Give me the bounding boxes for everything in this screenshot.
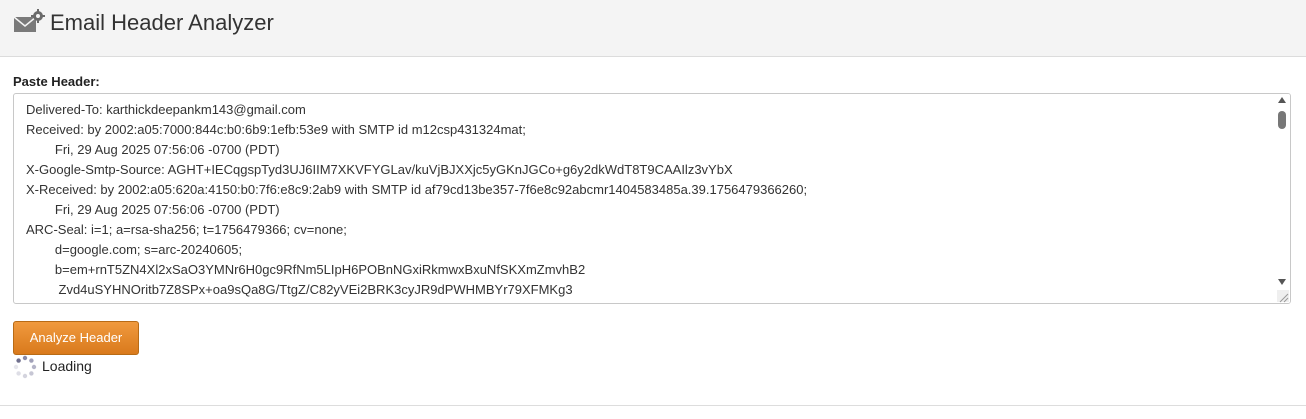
envelope-gear-icon (13, 9, 45, 35)
paste-header-label: Paste Header: (13, 74, 100, 89)
loading-text: Loading (42, 358, 92, 374)
resize-grip-icon[interactable] (1277, 290, 1289, 303)
app-header: Email Header Analyzer (0, 0, 1306, 57)
textarea-scrollbar[interactable] (1274, 94, 1290, 303)
analyze-header-button[interactable]: Analyze Header (13, 321, 139, 355)
header-textarea-content[interactable]: Delivered-To: karthickdeepankm143@gmail.… (26, 100, 1272, 300)
loading-spinner-icon (13, 355, 37, 379)
header-textarea[interactable]: Delivered-To: karthickdeepankm143@gmail.… (13, 93, 1291, 304)
page-title: Email Header Analyzer (50, 10, 274, 35)
scroll-up-arrow-icon[interactable] (1278, 97, 1286, 103)
divider (0, 405, 1306, 406)
scroll-down-arrow-icon[interactable] (1278, 279, 1286, 285)
scroll-thumb[interactable] (1278, 111, 1286, 129)
